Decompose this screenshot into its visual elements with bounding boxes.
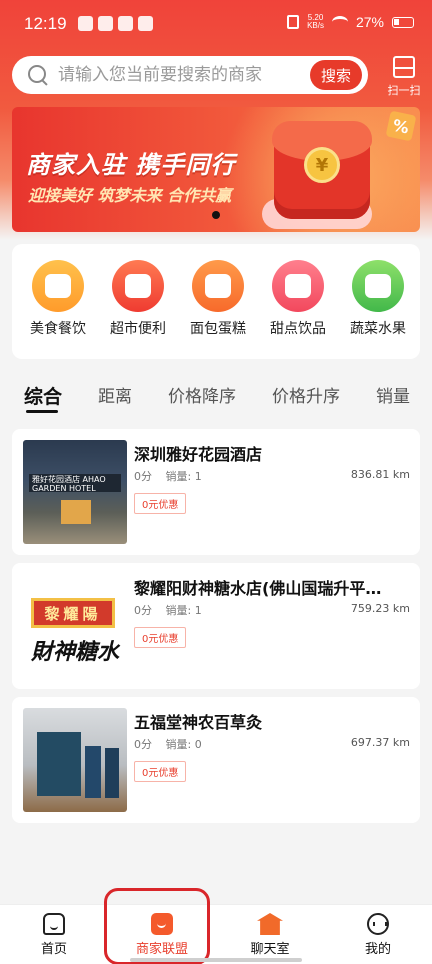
weibo-icon xyxy=(98,16,113,31)
search-input[interactable] xyxy=(58,65,298,85)
tab-default[interactable]: 综合 xyxy=(24,382,62,409)
shopping-bag-icon xyxy=(151,913,173,935)
shop-distance: 697.37 km xyxy=(350,736,410,749)
chat-room-icon xyxy=(257,913,283,935)
banner-pagination xyxy=(212,211,220,219)
tab-underline xyxy=(26,410,58,413)
nav-merchant-alliance[interactable]: 商家联盟 xyxy=(108,905,216,964)
sort-tabs: 综合 距离 价格降序 价格升序 销量 xyxy=(0,370,432,420)
category-label: 美食餐饮 xyxy=(30,321,86,337)
category-supermarket[interactable]: 超市便利 xyxy=(98,260,178,359)
banner-subtitle: 迎接美好 筑梦未来 合作共赢 xyxy=(28,186,232,205)
category-label: 超市便利 xyxy=(110,321,166,337)
food-icon xyxy=(32,260,84,312)
shop-image-sign: 雅好花园酒店 AHAO GARDEN HOTEL xyxy=(29,474,121,493)
discount-tag-icon: % xyxy=(385,110,417,142)
network-speed: 5.20 KB/s xyxy=(307,13,324,30)
search-button[interactable]: 搜索 xyxy=(310,60,362,90)
category-grid: 美食餐饮 超市便利 面包蛋糕 甜点饮品 蔬菜水果 xyxy=(12,244,420,359)
category-label: 蔬菜水果 xyxy=(350,321,406,337)
shop-meta: 0分 销量: 1 xyxy=(134,468,212,484)
search-bar[interactable]: 搜索 xyxy=(12,56,368,94)
product-bag xyxy=(37,732,81,796)
shop-image: 黎耀陽 財神糖水 xyxy=(23,574,127,678)
banner-title: 商家入驻 携手同行 xyxy=(26,151,236,179)
coupon-badge: 0元优惠 xyxy=(134,493,187,514)
hotel-door xyxy=(61,500,91,524)
shop-score: 0分 xyxy=(134,604,152,617)
coupon-badge: 0元优惠 xyxy=(134,761,187,782)
vibrate-icon xyxy=(287,15,300,29)
nav-label: 首页 xyxy=(40,942,67,957)
wifi-icon xyxy=(331,16,348,28)
shop-meta: 0分 销量: 1 xyxy=(134,602,212,618)
shop-name: 五福堂神农百草灸 xyxy=(134,713,263,732)
nav-label: 商家联盟 xyxy=(135,942,188,957)
shop-name: 深圳雅好花园酒店 xyxy=(134,445,263,464)
shop-name: 黎耀阳财神糖水店(佛山国瑞升平… xyxy=(134,579,382,598)
product-box xyxy=(85,746,101,798)
home-icon xyxy=(43,913,65,935)
nav-home[interactable]: 首页 xyxy=(0,905,108,964)
shop-sales: 销量: 1 xyxy=(165,604,202,617)
home-indicator xyxy=(130,958,302,962)
nav-label: 聊天室 xyxy=(250,942,290,957)
coin-icon: ¥ xyxy=(304,147,340,183)
app-notification-icon xyxy=(118,16,133,31)
product-box xyxy=(105,748,119,798)
bread-icon xyxy=(192,260,244,312)
status-right: 5.20 KB/s 27% xyxy=(287,14,414,30)
tab-distance[interactable]: 距离 xyxy=(98,382,132,407)
status-time: 12:19 xyxy=(24,14,67,33)
supermarket-icon xyxy=(112,260,164,312)
nav-label: 我的 xyxy=(364,942,391,957)
shop-image xyxy=(23,708,127,812)
category-label: 甜点饮品 xyxy=(270,321,326,337)
category-bread[interactable]: 面包蛋糕 xyxy=(178,260,258,359)
shop-sales: 销量: 0 xyxy=(165,738,202,751)
bottom-nav: 首页 商家联盟 聊天室 我的 xyxy=(0,904,432,964)
shop-card[interactable]: 黎耀陽 財神糖水 黎耀阳财神糖水店(佛山国瑞升平… 0分 销量: 1 759.2… xyxy=(12,563,420,689)
shop-score: 0分 xyxy=(134,470,152,483)
nav-profile[interactable]: 我的 xyxy=(324,905,432,964)
shop-card[interactable]: 五福堂神农百草灸 0分 销量: 0 697.37 km 0元优惠 xyxy=(12,697,420,823)
shop-card[interactable]: 雅好花园酒店 AHAO GARDEN HOTEL 深圳雅好花园酒店 0分 销量:… xyxy=(12,429,420,555)
category-label: 面包蛋糕 xyxy=(190,321,246,337)
shop-image: 雅好花园酒店 AHAO GARDEN HOTEL xyxy=(23,440,127,544)
promo-banner[interactable]: 商家入驻 携手同行 迎接美好 筑梦未来 合作共赢 ¥ % xyxy=(12,107,420,232)
red-envelope-icon: ¥ xyxy=(272,121,372,219)
search-icon xyxy=(28,65,48,85)
shop-score: 0分 xyxy=(134,738,152,751)
shop-logo-sign: 黎耀陽 xyxy=(31,598,115,628)
category-vegetable[interactable]: 蔬菜水果 xyxy=(338,260,418,359)
battery-icon xyxy=(392,16,414,28)
banner-dot xyxy=(212,211,220,219)
shop-meta: 0分 销量: 0 xyxy=(134,736,212,752)
shop-sales: 销量: 1 xyxy=(165,470,202,483)
notification-icons xyxy=(78,16,153,31)
category-food[interactable]: 美食餐饮 xyxy=(18,260,98,359)
coupon-badge: 0元优惠 xyxy=(134,627,187,648)
profile-icon xyxy=(367,913,389,935)
category-dessert[interactable]: 甜点饮品 xyxy=(258,260,338,359)
tab-price-asc[interactable]: 价格升序 xyxy=(272,382,340,407)
shop-distance: 836.81 km xyxy=(350,468,410,481)
nav-chat-room[interactable]: 聊天室 xyxy=(216,905,324,964)
scan-icon xyxy=(393,56,415,78)
tab-sales[interactable]: 销量 xyxy=(376,382,410,407)
battery-percent: 27% xyxy=(355,14,384,30)
app-notification-icon xyxy=(138,16,153,31)
scan-button[interactable]: 扫一扫 xyxy=(384,56,424,98)
dessert-icon xyxy=(272,260,324,312)
app-notification-icon xyxy=(78,16,93,31)
shop-distance: 759.23 km xyxy=(350,602,410,615)
status-bar: 12:19 5.20 KB/s 27% xyxy=(0,0,432,48)
scan-label: 扫一扫 xyxy=(387,84,421,97)
tab-price-desc[interactable]: 价格降序 xyxy=(168,382,236,407)
shop-logo-brush: 財神糖水 xyxy=(31,640,120,665)
vegetable-icon xyxy=(352,260,404,312)
